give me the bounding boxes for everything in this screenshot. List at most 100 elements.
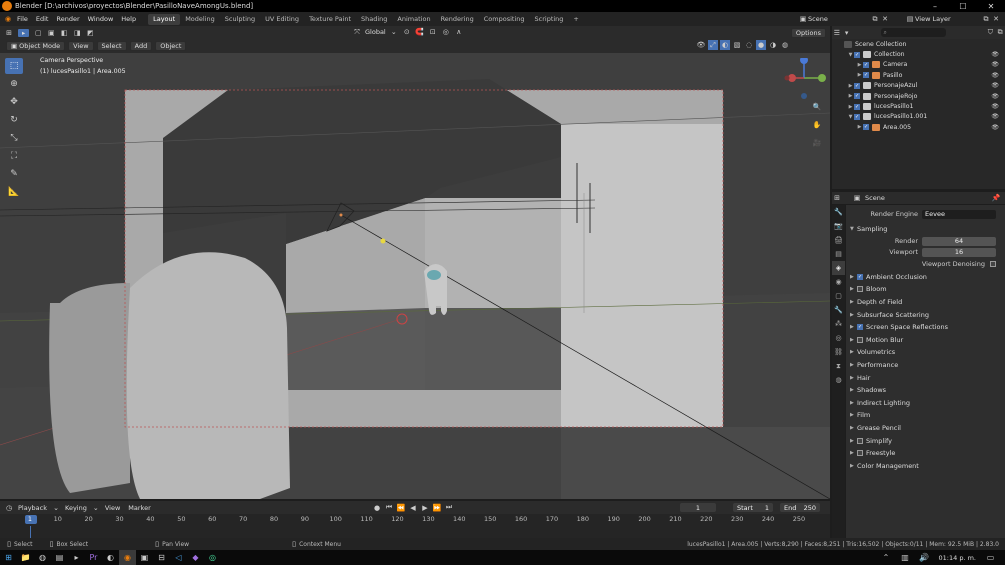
filter-icon[interactable]: ⛉	[986, 28, 996, 38]
zoom-icon[interactable]: 🔍	[810, 100, 824, 114]
panel-ambient-occlusion[interactable]: ▶ ✓ Ambient Occlusion	[846, 271, 1005, 284]
keying-menu[interactable]: Keying	[61, 504, 91, 512]
view-menu[interactable]: View	[68, 40, 94, 51]
tab-layout[interactable]: Layout	[148, 13, 181, 25]
file-explorer-icon[interactable]: 📁	[17, 550, 34, 565]
tab-compositing[interactable]: Compositing	[479, 14, 530, 25]
panel-enable-checkbox[interactable]	[857, 336, 863, 343]
new-collection-icon[interactable]: ⧉	[995, 28, 1005, 38]
outliner-item[interactable]: ▶ ✓ Area.005 👁	[832, 122, 1005, 132]
tab-tool-icon[interactable]: 🔧	[832, 205, 845, 219]
editor-type-icon[interactable]: ⊞	[4, 28, 14, 38]
outliner-editor-icon[interactable]: ☰	[832, 28, 842, 38]
view-layer-name[interactable]: View Layer	[915, 15, 981, 23]
pivot-point-icon[interactable]: ⊙	[402, 27, 412, 37]
panel-enable-checkbox[interactable]	[857, 450, 863, 457]
select-mode-extend-icon[interactable]: ▣	[46, 28, 56, 38]
eye-icon[interactable]: 👁	[991, 113, 999, 120]
volume-icon[interactable]: 🔊	[916, 550, 933, 565]
playback-menu[interactable]: Playback	[14, 504, 51, 512]
tab-world-icon[interactable]: ◉	[832, 275, 845, 289]
panel-simplify[interactable]: ▶ Simplify	[846, 434, 1005, 447]
blender-taskbar-icon[interactable]: ◉	[119, 550, 136, 565]
object-mode-dropdown[interactable]: ▣ Object Mode	[6, 40, 66, 51]
outliner-search-input[interactable]: ⌕	[881, 28, 946, 37]
eye-icon[interactable]: 👁	[991, 124, 999, 131]
tab-render-icon[interactable]: 📷	[832, 219, 845, 233]
timeline-editor-icon[interactable]: ◷	[4, 503, 14, 513]
overlay-icon[interactable]: ◐	[720, 40, 730, 50]
menu-help[interactable]: Help	[117, 15, 140, 23]
panel-subsurface-scattering[interactable]: ▶ Subsurface Scattering	[846, 308, 1005, 321]
panel-enable-checkbox[interactable]: ✓	[857, 273, 863, 280]
tab-texture-paint[interactable]: Texture Paint	[304, 14, 356, 25]
select-mode-intersect-icon[interactable]: ◩	[85, 28, 95, 38]
expand-right-icon[interactable]: ▶	[856, 124, 863, 130]
add-menu[interactable]: Add	[129, 40, 153, 51]
select-mode-subtract-icon[interactable]: ◧	[59, 28, 69, 38]
menu-edit[interactable]: Edit	[32, 15, 53, 23]
expand-right-icon[interactable]: ▶	[847, 93, 854, 99]
viewport-samples-field[interactable]: 16	[922, 247, 996, 257]
exclude-checkbox[interactable]: ✓	[854, 82, 860, 89]
play-reverse-icon[interactable]: ◀	[408, 503, 418, 513]
panel-volumetrics[interactable]: ▶ Volumetrics	[846, 346, 1005, 359]
files-icon[interactable]: ▤	[51, 550, 68, 565]
outliner-item[interactable]: ▶ ✓ Camera 👁	[832, 60, 1005, 70]
panel-enable-checkbox[interactable]	[857, 437, 863, 444]
move-tool-icon[interactable]: ✥	[5, 94, 23, 110]
snap-icon[interactable]: 🧲	[415, 27, 425, 37]
panel-depth-of-field[interactable]: ▶ Depth of Field	[846, 296, 1005, 309]
current-frame-field[interactable]: 1	[680, 503, 716, 512]
timeline-view-menu[interactable]: View	[101, 504, 124, 512]
xray-icon[interactable]: ▧	[732, 40, 742, 50]
exclude-checkbox[interactable]: ✓	[854, 93, 860, 100]
tab-output-icon[interactable]: 🖨	[832, 233, 845, 247]
add-workspace-icon[interactable]: +	[568, 14, 583, 25]
expand-right-icon[interactable]: ▶	[856, 62, 863, 68]
menu-file[interactable]: File	[13, 15, 32, 23]
new-scene-icon[interactable]: ⧉	[870, 14, 880, 24]
eye-icon[interactable]: 👁	[991, 103, 999, 110]
gizmo-icon[interactable]: ⤢	[708, 40, 718, 50]
shading-wireframe-icon[interactable]: ◌	[744, 40, 754, 50]
eye-icon[interactable]: 👁	[991, 72, 999, 79]
outliner-display-mode-icon[interactable]: ▾	[842, 28, 852, 38]
end-frame-field[interactable]: End 250	[780, 503, 820, 512]
panel-bloom[interactable]: ▶ Bloom	[846, 283, 1005, 296]
photos-icon[interactable]: ▣	[136, 550, 153, 565]
panel-enable-checkbox[interactable]: ✓	[857, 324, 863, 331]
options-dropdown[interactable]: Options	[790, 28, 826, 38]
viewport-denoising-checkbox[interactable]	[990, 261, 996, 268]
outliner-item[interactable]: ▶ ✓ PersonajeAzul 👁	[832, 81, 1005, 91]
record-icon[interactable]: ●	[372, 503, 382, 513]
discord-icon[interactable]: ◐	[102, 550, 119, 565]
chrome-icon[interactable]: ◎	[204, 550, 221, 565]
clock[interactable]: 01:14 p. m.	[939, 554, 976, 562]
outliner-item[interactable]: ▼ ✓ lucesPasillo1.001 👁	[832, 112, 1005, 122]
panel-shadows[interactable]: ▶ Shadows	[846, 384, 1005, 397]
tab-modifiers-icon[interactable]: 🔧	[832, 303, 845, 317]
visual-studio-icon[interactable]: ◆	[187, 550, 204, 565]
scale-tool-icon[interactable]: ⤡	[5, 130, 23, 146]
premiere-icon[interactable]: Pr	[85, 550, 102, 565]
falloff-icon[interactable]: ∧	[454, 27, 464, 37]
render-engine-dropdown[interactable]: Eevee	[922, 209, 996, 219]
annotate-tool-icon[interactable]: ✎	[5, 166, 23, 182]
shading-solid-icon[interactable]: ●	[756, 40, 766, 50]
marker-menu[interactable]: Marker	[124, 504, 154, 512]
exclude-checkbox[interactable]: ✓	[854, 103, 860, 110]
vscode-icon[interactable]: ◁	[170, 550, 187, 565]
minimize-icon[interactable]: –	[921, 0, 949, 12]
select-mode-invert-icon[interactable]: ◨	[72, 28, 82, 38]
play-icon[interactable]: ▶	[420, 503, 430, 513]
maximize-icon[interactable]: ☐	[949, 0, 977, 12]
tab-physics-icon[interactable]: ◎	[832, 331, 845, 345]
measure-tool-icon[interactable]: 📐	[5, 184, 23, 200]
tab-object-icon[interactable]: ▢	[832, 289, 845, 303]
tab-scripting[interactable]: Scripting	[530, 14, 569, 25]
tab-rendering[interactable]: Rendering	[436, 14, 479, 25]
prev-keyframe-icon[interactable]: ⏪	[396, 503, 406, 513]
expand-down-icon[interactable]: ▼	[847, 114, 854, 120]
proportional-edit-icon[interactable]: ◎	[441, 27, 451, 37]
